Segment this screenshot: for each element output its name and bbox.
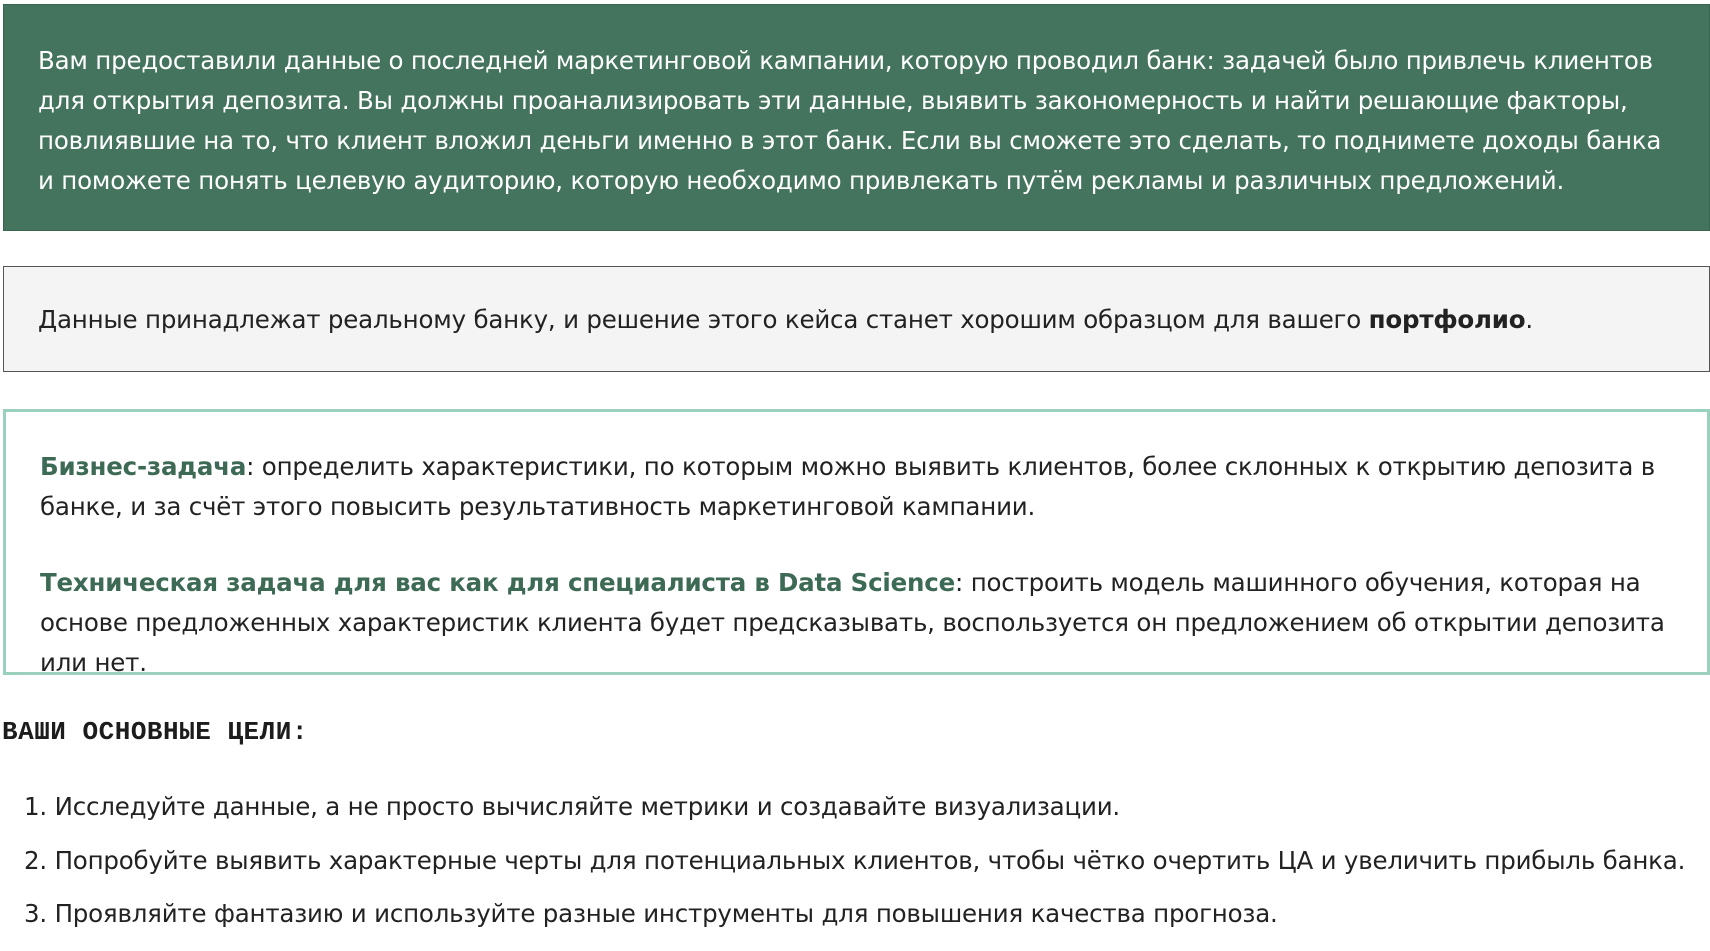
intro-callout: Вам предоставили данные о последней марк… <box>3 4 1710 231</box>
note-text-end: . <box>1525 305 1533 334</box>
technical-task-label: Техническая задача для вас как для специ… <box>40 568 956 597</box>
list-item: 1. Исследуйте данные, а не просто вычисл… <box>24 792 1121 821</box>
business-task-label: Бизнес-задача <box>40 452 247 481</box>
note-bold-text: портфолио <box>1368 305 1526 334</box>
intro-text: Вам предоставили данные о последней марк… <box>38 46 1662 195</box>
list-item: 2. Попробуйте выявить характерные черты … <box>24 845 1686 875</box>
business-task-text: : определить характеристики, по которым … <box>40 452 1655 521</box>
goals-list: 1. Исследуйте данные, а не просто вычисл… <box>24 790 1685 951</box>
list-item: 3. Проявляйте фантазию и используйте раз… <box>24 899 1278 928</box>
document-page: Вам предоставили данные о последней марк… <box>0 0 1710 938</box>
portfolio-note: Данные принадлежат реальному банку, и ре… <box>3 266 1710 372</box>
note-text: Данные принадлежат реальному банку, и ре… <box>38 305 1369 334</box>
technical-task: Техническая задача для вас как для специ… <box>40 563 1673 683</box>
goals-heading: ВАШИ ОСНОВНЫЕ ЦЕЛИ: <box>2 717 308 747</box>
business-task: Бизнес-задача: определить характеристики… <box>40 447 1673 527</box>
tasks-callout: Бизнес-задача: определить характеристики… <box>3 409 1710 677</box>
